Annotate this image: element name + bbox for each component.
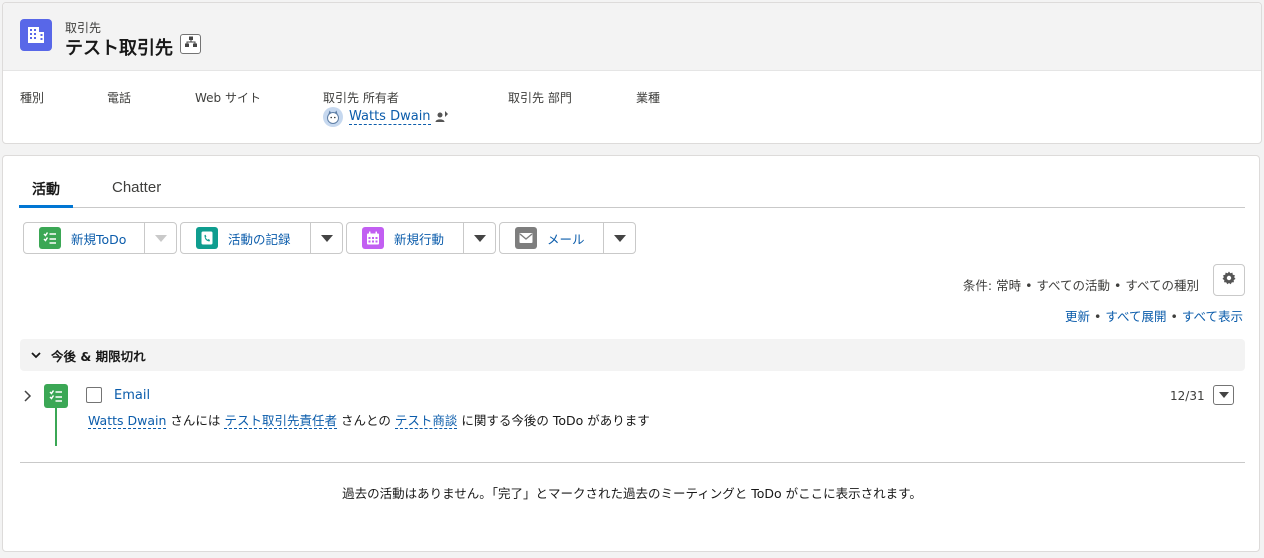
owner-avatar [323,107,343,127]
log-call-icon [196,227,218,249]
new-event-label: 新規行動 [394,231,445,247]
chevron-down-icon [613,234,626,242]
refresh-link[interactable]: 更新 [1065,309,1090,324]
calendar-icon [362,227,384,249]
desc-text: に関する今後の ToDo があります [461,413,650,428]
new-event-group: 新規行動 [346,222,496,254]
desc-text: さんとの [340,413,391,428]
new-todo-group: 新規ToDo [23,222,177,254]
chevron-down-icon [1218,392,1229,398]
field-phone-label: 電話 [107,91,132,105]
email-dropdown[interactable] [604,223,635,253]
log-call-button[interactable]: 活動の記録 [181,223,312,253]
upcoming-overdue-section-toggle[interactable]: 今後 & 期限切れ [20,339,1245,371]
chevron-down-icon [154,234,167,242]
email-group: メール [499,222,636,254]
section-divider [20,462,1245,463]
field-owner-label: 取引先 所有者 [323,91,399,105]
link-separator: • [1093,309,1102,324]
new-todo-button[interactable]: 新規ToDo [24,223,146,253]
task-subject-link[interactable]: Email [114,388,150,403]
task-actions-menu-button[interactable] [1213,385,1234,405]
hierarchy-icon [184,36,197,52]
email-button[interactable]: メール [500,223,605,253]
owner-field-value: Watts Dwain [323,107,449,127]
task-complete-checkbox[interactable] [86,387,102,403]
log-call-label: 活動の記録 [228,231,291,247]
filter-settings-button[interactable] [1213,264,1245,296]
new-todo-label: 新規ToDo [71,231,127,247]
log-call-group: 活動の記録 [180,222,343,254]
task-contact-link[interactable]: テスト取引先責任者 [224,413,337,429]
activity-panel: 活動 Chatter 新規ToDo 活動の記録 新規行動 メール 条件: 常時 … [2,155,1260,552]
chevron-down-icon [473,234,486,242]
activity-links: 更新 • すべて展開 • すべて表示 [1065,306,1243,325]
chevron-down-icon [30,349,42,361]
email-icon [515,227,537,249]
task-icon [39,227,61,249]
activity-filter-text: 条件: 常時 • すべての活動 • すべての種別 [962,278,1199,293]
field-department-label: 取引先 部門 [508,91,572,105]
past-activity-empty-message: 過去の活動はありません。「完了」とマークされた過去のミーティングと ToDo が… [342,486,922,501]
owner-link[interactable]: Watts Dwain [349,109,431,125]
task-due-date: 12/31 [1170,389,1205,403]
chevron-right-icon[interactable] [22,389,34,407]
field-type-label: 種別 [20,91,45,105]
change-owner-icon[interactable] [435,110,449,124]
gear-icon [1222,271,1236,289]
view-all-link[interactable]: すべて表示 [1182,309,1243,324]
timeline-line [55,408,57,446]
new-event-dropdown[interactable] [464,223,495,253]
expand-all-link[interactable]: すべて展開 [1105,309,1166,324]
task-description: Watts Dwain さんには テスト取引先責任者 さんとの テスト商談 に関する今後の… [88,410,654,429]
upcoming-section-label: 今後 & 期限切れ [51,348,146,364]
timeline-item: Email 12/31 Watts Dwain さんには テスト取引先責任者 さんとの… [20,384,1245,448]
record-header: 取引先 テスト取引先 種別 電話 Web サイト 取引先 所有者 取引先 部門 … [2,2,1262,144]
field-industry-label: 業種 [636,91,661,105]
task-opportunity-link[interactable]: テスト商談 [394,413,458,429]
tab-chatter[interactable]: Chatter [99,179,174,208]
desc-text: さんには [170,413,221,428]
field-website-label: Web サイト [195,91,261,105]
tab-activity[interactable]: 活動 [19,179,73,208]
account-icon [20,19,52,51]
record-header-top: 取引先 テスト取引先 [3,3,1261,71]
task-assignee-link[interactable]: Watts Dwain [88,413,167,429]
chevron-down-icon [320,234,333,242]
new-event-button[interactable]: 新規行動 [347,223,465,253]
view-hierarchy-button[interactable] [180,34,201,54]
email-label: メール [547,231,585,247]
new-todo-dropdown[interactable] [145,223,176,253]
record-title: テスト取引先 [65,38,173,59]
link-separator: • [1170,309,1178,324]
task-icon [44,384,68,408]
log-call-dropdown[interactable] [311,223,342,253]
tab-bar: 活動 Chatter [19,176,1245,208]
